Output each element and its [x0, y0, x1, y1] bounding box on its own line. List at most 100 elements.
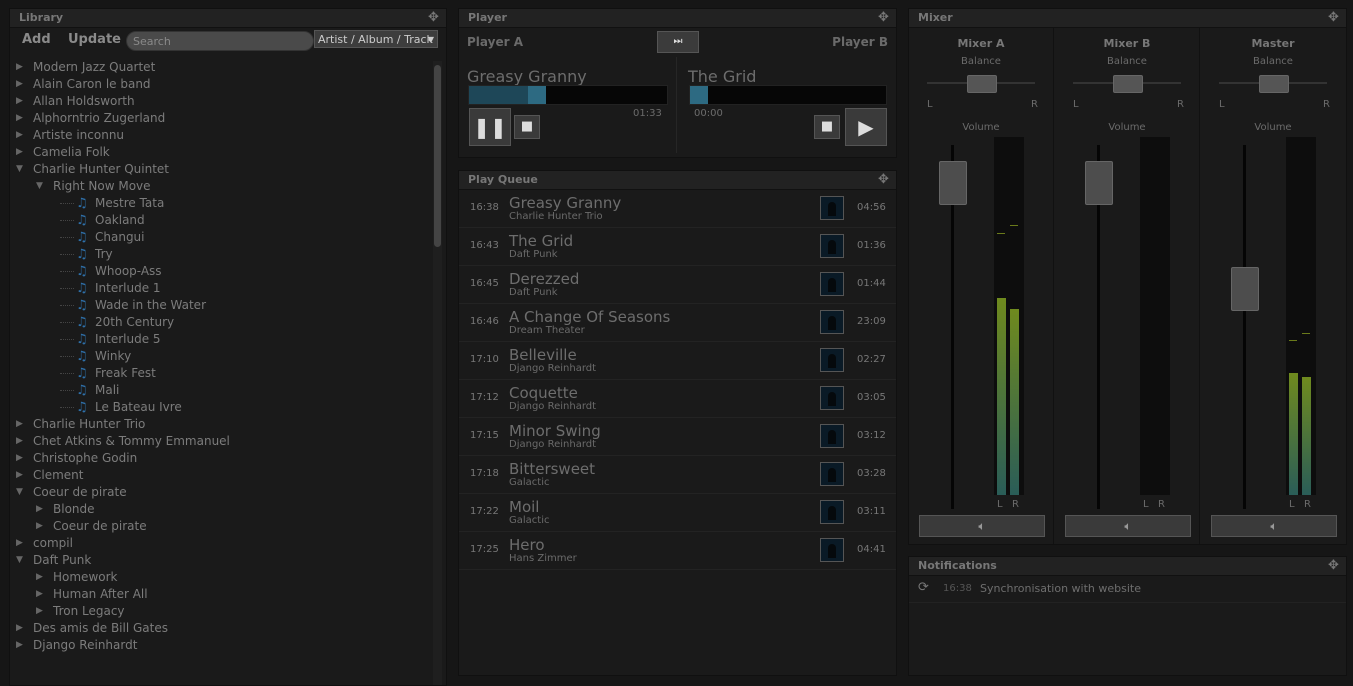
- expand-right-icon[interactable]: ▶: [16, 416, 26, 433]
- library-album-item[interactable]: ▼ Right Now Move: [10, 178, 430, 195]
- expand-right-icon[interactable]: ▶: [16, 620, 26, 637]
- expand-right-icon[interactable]: ▶: [16, 535, 26, 552]
- expand-right-icon[interactable]: ▶: [16, 76, 26, 93]
- library-track-item[interactable]: ♫ Oakland: [10, 212, 430, 229]
- expand-right-icon[interactable]: ▶: [16, 433, 26, 450]
- player-divider: [676, 57, 677, 153]
- library-artist-item[interactable]: ▼ Daft Punk: [10, 552, 430, 569]
- library-track-item[interactable]: ♫ Changui: [10, 229, 430, 246]
- library-album-item[interactable]: ▶ Blonde: [10, 501, 430, 518]
- queue-row[interactable]: 16:38 Greasy Granny Charlie Hunter Trio 04:…: [459, 190, 896, 228]
- player-a-progress-handle[interactable]: [528, 86, 546, 104]
- expand-right-icon[interactable]: ▶: [16, 59, 26, 76]
- expand-right-icon[interactable]: ▶: [36, 603, 46, 620]
- expand-right-icon[interactable]: ▶: [16, 110, 26, 127]
- balance-handle[interactable]: [1259, 75, 1289, 93]
- library-track-item[interactable]: ♫ Interlude 5: [10, 331, 430, 348]
- queue-row[interactable]: 17:25 Hero Hans Zimmer 04:41: [459, 532, 896, 570]
- move-icon[interactable]: ✥: [877, 173, 890, 186]
- expand-right-icon[interactable]: ▶: [16, 127, 26, 144]
- mute-button[interactable]: 🔈︎: [1211, 515, 1337, 537]
- expand-right-icon[interactable]: ▶: [16, 450, 26, 467]
- filter-select[interactable]: Artist / Album / Track ▼: [314, 30, 438, 48]
- library-artist-item[interactable]: ▶ Clement: [10, 467, 430, 484]
- library-artist-item[interactable]: ▶ Chet Atkins & Tommy Emmanuel: [10, 433, 430, 450]
- search-input[interactable]: [126, 31, 314, 51]
- library-album-item[interactable]: ▶ Coeur de pirate: [10, 518, 430, 535]
- expand-right-icon[interactable]: ▶: [36, 501, 46, 518]
- mute-button[interactable]: 🔈︎: [919, 515, 1045, 537]
- volume-track[interactable]: [1243, 145, 1246, 509]
- library-album-item[interactable]: ▶ Homework: [10, 569, 430, 586]
- library-artist-item[interactable]: ▶ compil: [10, 535, 430, 552]
- volume-handle[interactable]: [1085, 161, 1113, 205]
- library-artist-item[interactable]: ▶ Alain Caron le band: [10, 76, 430, 93]
- player-a-stop-button[interactable]: ■: [514, 115, 540, 139]
- queue-row[interactable]: 16:43 The Grid Daft Punk 01:36: [459, 228, 896, 266]
- library-scrollbar-thumb[interactable]: [434, 65, 441, 247]
- library-artist-item[interactable]: ▶ Charlie Hunter Trio: [10, 416, 430, 433]
- expand-right-icon[interactable]: ▶: [36, 518, 46, 535]
- stop-icon: ■: [520, 119, 534, 134]
- library-album-item[interactable]: ▶ Human After All: [10, 586, 430, 603]
- queue-row[interactable]: 17:12 Coquette Django Reinhardt 03:05: [459, 380, 896, 418]
- library-artist-item[interactable]: ▶ Artiste inconnu: [10, 127, 430, 144]
- expand-down-icon[interactable]: ▼: [16, 484, 26, 501]
- queue-item-time: 17:15: [470, 430, 499, 441]
- mute-button[interactable]: 🔈︎: [1065, 515, 1191, 537]
- player-b-progress-handle[interactable]: [690, 86, 708, 104]
- tree-item-label: Human After All: [53, 587, 148, 601]
- library-artist-item[interactable]: ▶ Des amis de Bill Gates: [10, 620, 430, 637]
- library-artist-item[interactable]: ▶ Christophe Godin: [10, 450, 430, 467]
- move-icon[interactable]: ✥: [1327, 11, 1340, 24]
- update-button[interactable]: Update: [68, 32, 121, 47]
- move-icon[interactable]: ✥: [1327, 559, 1340, 572]
- library-track-item[interactable]: ♫ Interlude 1: [10, 280, 430, 297]
- queue-row[interactable]: 17:10 Belleville Django Reinhardt 02:27: [459, 342, 896, 380]
- expand-right-icon[interactable]: ▶: [16, 93, 26, 110]
- pause-button[interactable]: ❚❚: [469, 108, 511, 146]
- player-b-progress[interactable]: [689, 85, 887, 105]
- balance-handle[interactable]: [967, 75, 997, 93]
- library-artist-item[interactable]: ▼ Charlie Hunter Quintet: [10, 161, 430, 178]
- library-artist-item[interactable]: ▶ Alphorntrio Zugerland: [10, 110, 430, 127]
- queue-row[interactable]: 17:22 Moil Galactic 03:11: [459, 494, 896, 532]
- library-track-item[interactable]: ♫ Whoop-Ass: [10, 263, 430, 280]
- expand-down-icon[interactable]: ▼: [16, 161, 26, 178]
- library-artist-item[interactable]: ▶ Django Reinhardt: [10, 637, 430, 654]
- library-track-item[interactable]: ♫ 20th Century: [10, 314, 430, 331]
- play-button[interactable]: ▶: [845, 108, 887, 146]
- library-track-item[interactable]: ♫ Wade in the Water: [10, 297, 430, 314]
- library-artist-item[interactable]: ▶ Modern Jazz Quartet: [10, 59, 430, 76]
- expand-right-icon[interactable]: ▶: [36, 586, 46, 603]
- queue-row[interactable]: 17:18 Bittersweet Galactic 03:28: [459, 456, 896, 494]
- volume-handle[interactable]: [1231, 267, 1259, 311]
- library-track-item[interactable]: ♫ Le Bateau Ivre: [10, 399, 430, 416]
- library-track-item[interactable]: ♫ Freak Fest: [10, 365, 430, 382]
- library-track-item[interactable]: ♫ Mestre Tata: [10, 195, 430, 212]
- balance-handle[interactable]: [1113, 75, 1143, 93]
- expand-right-icon[interactable]: ▶: [16, 144, 26, 161]
- queue-row[interactable]: 16:46 A Change Of Seasons Dream Theater 23:…: [459, 304, 896, 342]
- volume-handle[interactable]: [939, 161, 967, 205]
- expand-right-icon[interactable]: ▶: [36, 569, 46, 586]
- player-b-stop-button[interactable]: ■: [814, 115, 840, 139]
- add-button[interactable]: Add: [22, 32, 51, 47]
- move-icon[interactable]: ✥: [877, 11, 890, 24]
- library-artist-item[interactable]: ▶ Allan Holdsworth: [10, 93, 430, 110]
- library-album-item[interactable]: ▶ Tron Legacy: [10, 603, 430, 620]
- library-track-item[interactable]: ♫ Mali: [10, 382, 430, 399]
- queue-row[interactable]: 17:15 Minor Swing Django Reinhardt 03:12: [459, 418, 896, 456]
- library-artist-item[interactable]: ▶ Camelia Folk: [10, 144, 430, 161]
- expand-down-icon[interactable]: ▼: [16, 552, 26, 569]
- queue-row[interactable]: 16:45 Derezzed Daft Punk 01:44: [459, 266, 896, 304]
- library-track-item[interactable]: ♫ Try: [10, 246, 430, 263]
- expand-down-icon[interactable]: ▼: [36, 178, 46, 195]
- next-track-button[interactable]: ⏭: [657, 31, 699, 53]
- player-a-progress[interactable]: [468, 85, 668, 105]
- expand-right-icon[interactable]: ▶: [16, 467, 26, 484]
- expand-right-icon[interactable]: ▶: [16, 637, 26, 654]
- move-icon[interactable]: ✥: [427, 11, 440, 24]
- library-track-item[interactable]: ♫ Winky: [10, 348, 430, 365]
- library-artist-item[interactable]: ▼ Coeur de pirate: [10, 484, 430, 501]
